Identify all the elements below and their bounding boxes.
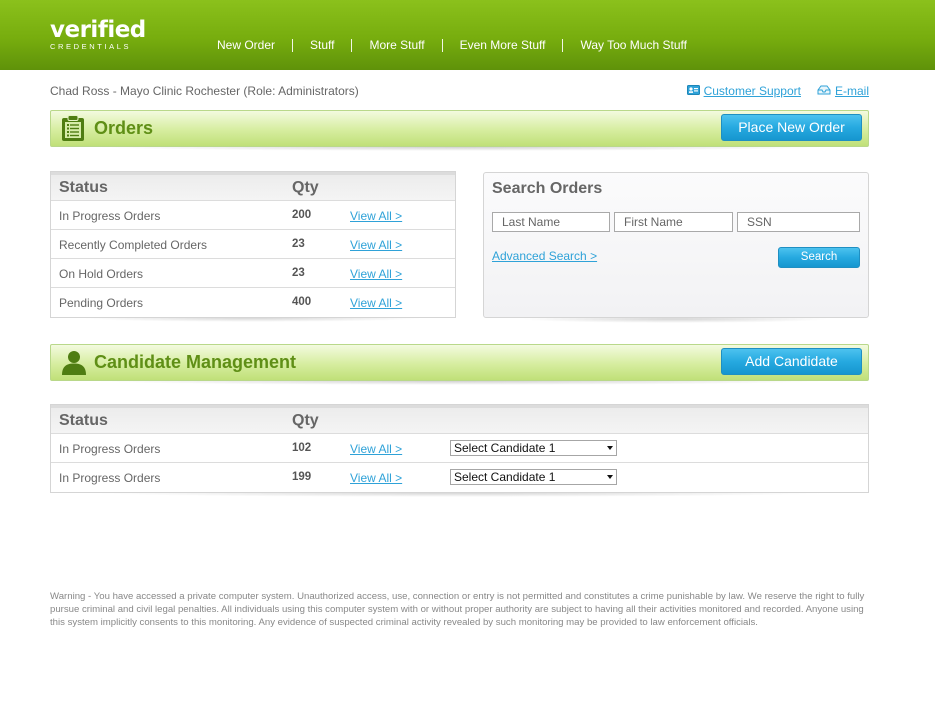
user-info: Chad Ross - Mayo Clinic Rochester (Role:…	[50, 84, 359, 98]
nav-way-too-much-stuff[interactable]: Way Too Much Stuff	[563, 38, 704, 52]
email-label: E-mail	[834, 84, 869, 98]
row-qty: 102	[292, 442, 312, 454]
nav-new-order[interactable]: New Order	[200, 38, 292, 52]
orders-section-title: Orders	[94, 118, 154, 138]
row-qty: 200	[292, 209, 312, 221]
view-all-link[interactable]: View All >	[350, 296, 402, 310]
row-qty: 23	[292, 238, 305, 250]
status-column-header: Status	[59, 179, 108, 196]
legal-warning: Warning - You have accessed a private co…	[50, 591, 865, 628]
chevron-down-icon	[607, 475, 613, 479]
nav-divider	[292, 38, 294, 52]
nav-more-stuff[interactable]: More Stuff	[352, 38, 441, 52]
search-button[interactable]: Search	[778, 247, 860, 268]
candidate-table-header: Status Qty	[51, 405, 868, 434]
candidate-select-value: Select Candidate 1	[454, 470, 556, 484]
ssn-input[interactable]: SSN	[737, 212, 860, 232]
search-orders-panel: Search Orders Last Name First Name SSN A…	[483, 172, 869, 318]
customer-support-label: Customer Support	[703, 84, 801, 98]
candidate-section-bar: Candidate Management Add Candidate	[50, 344, 869, 381]
place-new-order-button[interactable]: Place New Order	[721, 114, 862, 141]
nav-divider	[441, 38, 443, 52]
email-icon	[817, 84, 831, 98]
orders-table: Status Qty In Progress Orders 200 View A…	[50, 171, 456, 318]
logo-main-text: verified	[50, 17, 146, 43]
orders-table-header: Status Qty	[51, 172, 455, 201]
id-card-icon	[686, 84, 700, 98]
row-status: In Progress Orders	[59, 442, 161, 456]
view-all-link[interactable]: View All >	[350, 267, 402, 281]
row-status: In Progress Orders	[59, 471, 161, 485]
logo[interactable]: verified CREDENTIALS	[50, 17, 146, 52]
table-row: In Progress Orders 102 View All > Select…	[51, 434, 868, 463]
person-icon	[61, 350, 87, 378]
clipboard-icon	[61, 115, 85, 145]
qty-column-header: Qty	[292, 412, 319, 429]
row-status: In Progress Orders	[59, 209, 161, 223]
table-row: In Progress Orders 199 View All > Select…	[51, 463, 868, 492]
row-status: Pending Orders	[59, 296, 144, 310]
table-row: Pending Orders 400 View All >	[51, 288, 455, 317]
main-nav: New Order Stuff More Stuff Even More Stu…	[200, 38, 704, 52]
qty-column-header: Qty	[292, 179, 319, 196]
view-all-link[interactable]: View All >	[350, 238, 402, 252]
candidate-select-value: Select Candidate 1	[454, 441, 556, 455]
top-links: Customer Support E-mail	[686, 84, 869, 98]
status-column-header: Status	[59, 412, 108, 429]
nav-even-more-stuff[interactable]: Even More Stuff	[443, 38, 563, 52]
candidate-select[interactable]: Select Candidate 1	[450, 440, 617, 456]
search-orders-title: Search Orders	[492, 180, 603, 197]
email-link[interactable]: E-mail	[817, 84, 869, 98]
table-row: Recently Completed Orders 23 View All >	[51, 230, 455, 259]
chevron-down-icon	[607, 446, 613, 450]
candidate-select[interactable]: Select Candidate 1	[450, 469, 617, 485]
row-qty: 23	[292, 267, 305, 279]
logo-sub-text: CREDENTIALS	[50, 42, 132, 51]
advanced-search-link[interactable]: Advanced Search >	[492, 249, 597, 263]
candidate-table: Status Qty In Progress Orders 102 View A…	[50, 404, 869, 493]
view-all-link[interactable]: View All >	[350, 442, 402, 456]
row-qty: 199	[292, 471, 312, 483]
last-name-input[interactable]: Last Name	[492, 212, 610, 232]
table-row: In Progress Orders 200 View All >	[51, 201, 455, 230]
view-all-link[interactable]: View All >	[350, 471, 402, 485]
row-qty: 400	[292, 296, 312, 308]
row-status: Recently Completed Orders	[59, 238, 208, 252]
orders-section-bar: Orders Place New Order	[50, 110, 869, 147]
candidate-section-title: Candidate Management	[94, 352, 297, 372]
add-candidate-button[interactable]: Add Candidate	[721, 348, 862, 375]
table-row: On Hold Orders 23 View All >	[51, 259, 455, 288]
top-header: verified CREDENTIALS New Order Stuff Mor…	[0, 0, 935, 70]
customer-support-link[interactable]: Customer Support	[686, 84, 801, 98]
row-status: On Hold Orders	[59, 267, 144, 281]
view-all-link[interactable]: View All >	[350, 209, 402, 223]
nav-divider	[351, 38, 353, 52]
nav-divider	[562, 38, 564, 52]
nav-stuff[interactable]: Stuff	[293, 38, 351, 52]
first-name-input[interactable]: First Name	[614, 212, 733, 232]
